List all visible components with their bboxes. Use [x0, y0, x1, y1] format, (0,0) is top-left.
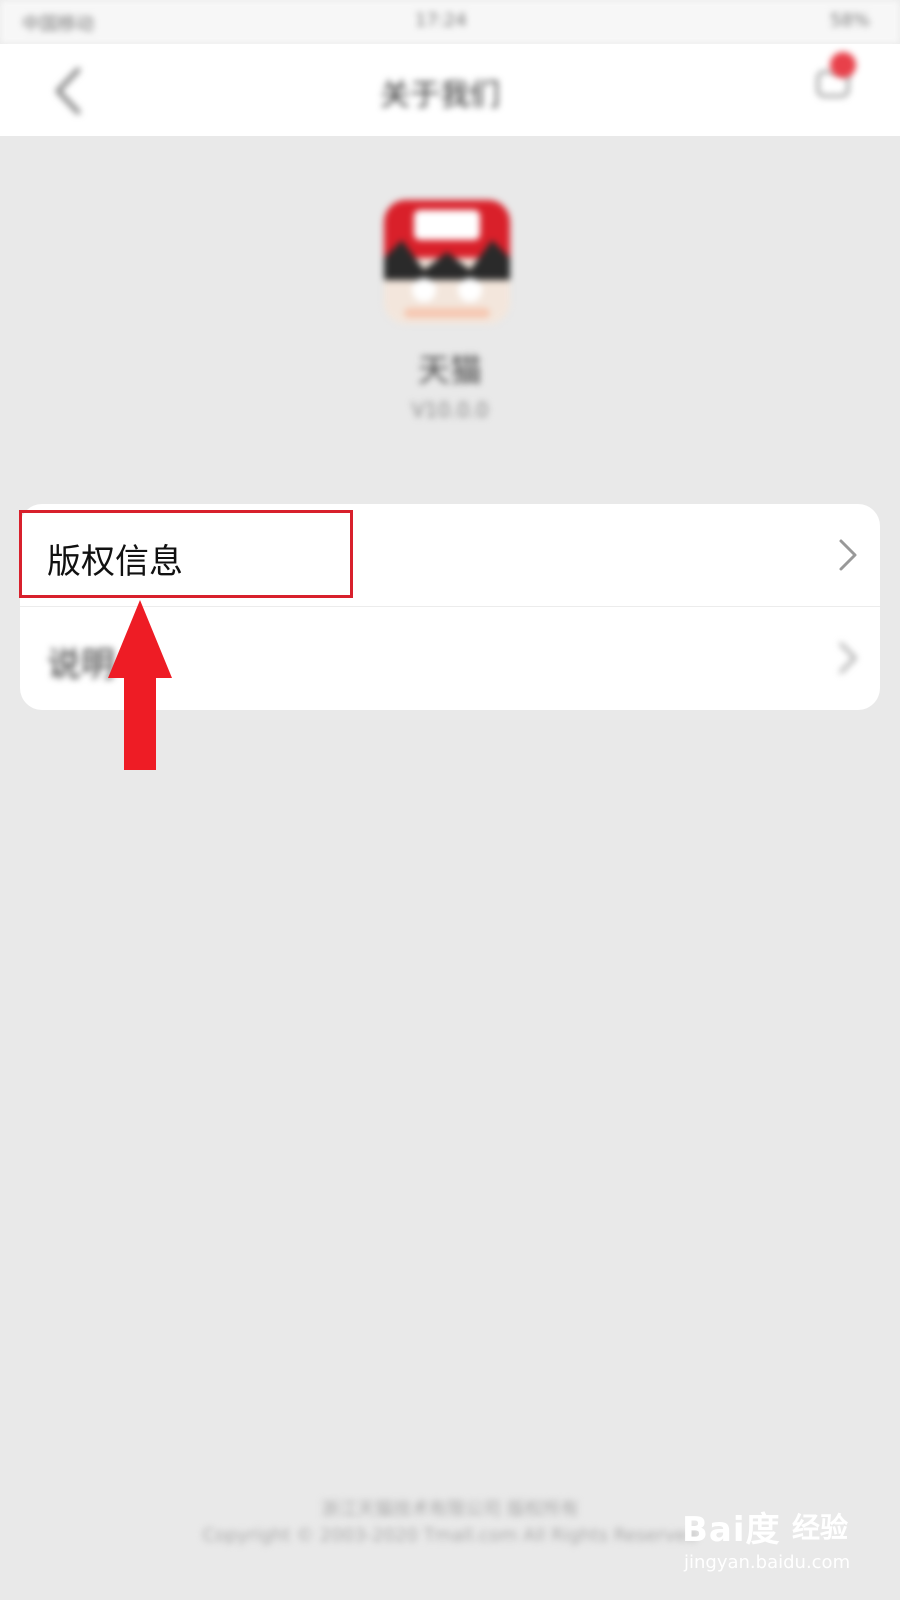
page-title: 关于我们 — [380, 78, 500, 113]
status-bar: 中国移动 17:24 58% — [0, 0, 900, 44]
watermark-brand: Bai度 — [682, 1510, 781, 1550]
baidu-watermark: Bai度 经验 jingyan.baidu.com — [682, 1502, 852, 1586]
notification-badge — [830, 52, 856, 78]
battery-level: 58% — [829, 10, 870, 31]
chevron-left-icon[interactable] — [48, 64, 88, 118]
watermark-url: jingyan.baidu.com — [684, 1552, 851, 1573]
chevron-right-icon — [838, 641, 858, 675]
carrier-label: 中国移动 — [22, 14, 94, 35]
nav-bar: 关于我们 — [0, 44, 900, 136]
status-time: 17:24 — [415, 10, 467, 31]
chevron-right-icon — [838, 538, 858, 572]
highlight-box — [19, 510, 353, 598]
menu-item-label: 说明 — [47, 645, 115, 685]
watermark-name: 经验 — [792, 1511, 849, 1544]
app-name: 天猫 — [417, 351, 482, 389]
app-version: V10.0.0 — [411, 398, 489, 422]
arrow-up-icon — [108, 600, 172, 770]
app-logo — [384, 200, 510, 324]
